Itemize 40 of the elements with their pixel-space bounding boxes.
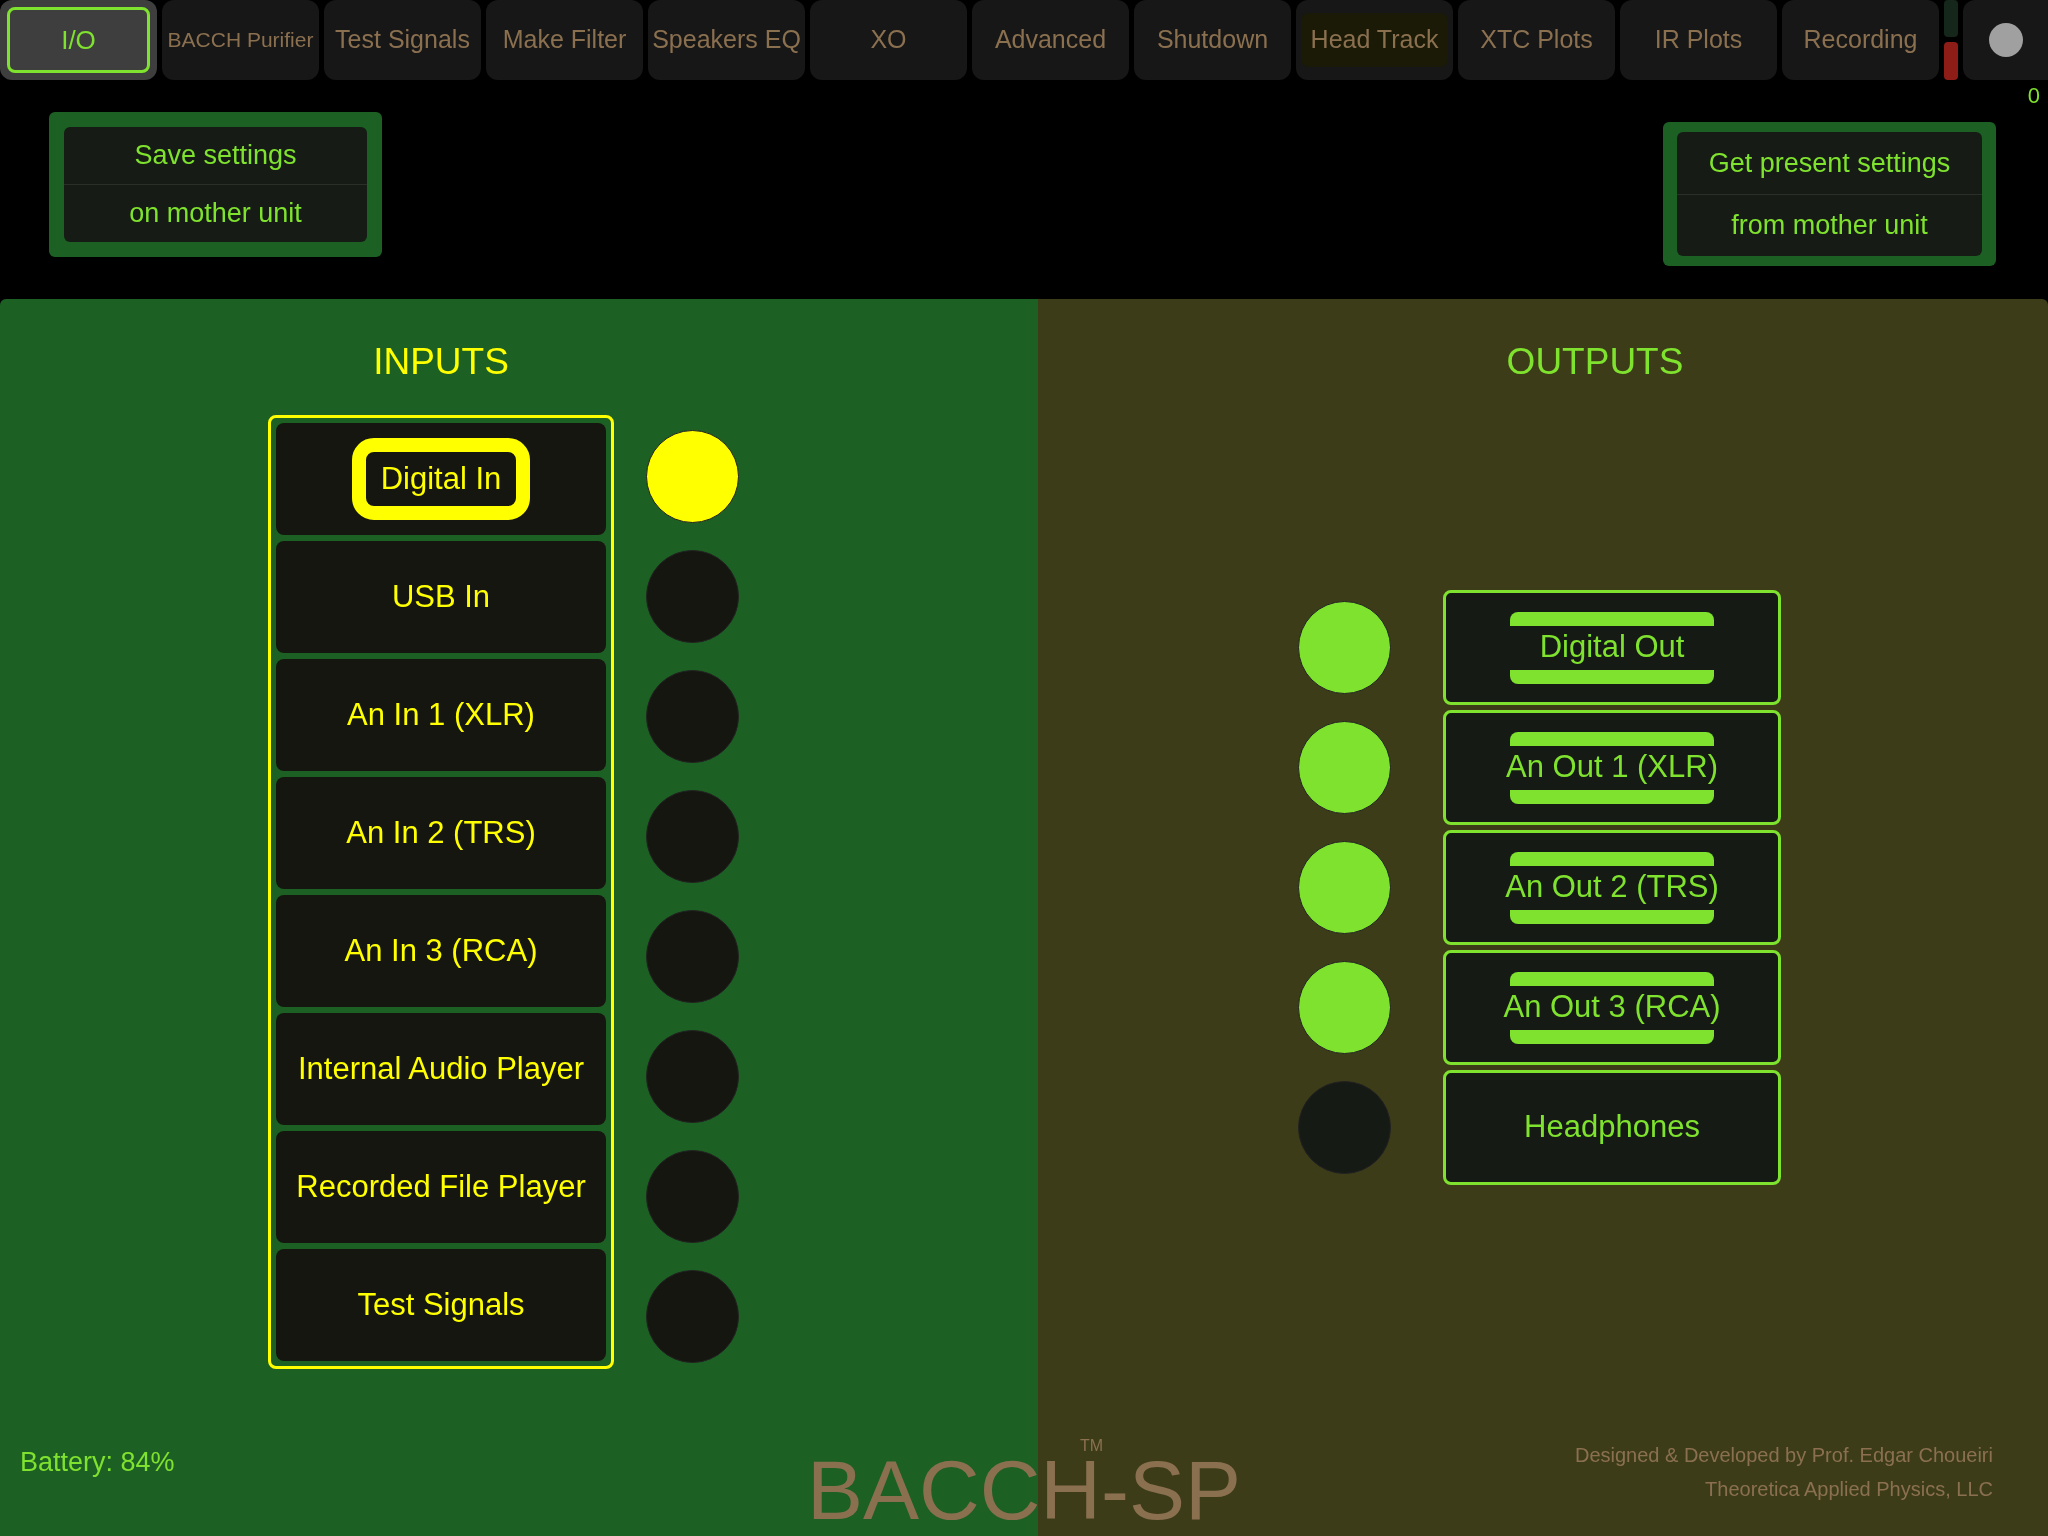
output-option[interactable]: An Out 2 (TRS)	[1443, 830, 1781, 945]
tab[interactable]: IR Plots	[1620, 0, 1777, 80]
level-meter-icon	[1944, 0, 1958, 80]
tab[interactable]: XTC Plots	[1458, 0, 1615, 80]
tab[interactable]: Speakers EQ	[648, 0, 805, 80]
counter-text: 0	[2027, 82, 2040, 110]
button-label: Save settings	[133, 139, 298, 173]
input-option[interactable]: Digital In	[276, 423, 606, 535]
tab[interactable]: Test Signals	[324, 0, 481, 80]
output-option[interactable]: Digital Out	[1443, 590, 1781, 705]
get-settings-button[interactable]: Get present settings from mother unit	[1663, 122, 1996, 266]
save-settings-button[interactable]: Save settings on mother unit	[49, 112, 382, 257]
outputs-heading: OUTPUTS	[1505, 341, 1685, 383]
inputs-heading: INPUTS	[373, 341, 509, 383]
input-option[interactable]: Internal Audio Player	[276, 1013, 606, 1125]
input-option[interactable]: Recorded File Player	[276, 1131, 606, 1243]
button-label: Get present settings	[1707, 146, 1952, 180]
tab[interactable]: Advanced	[972, 0, 1129, 80]
tab[interactable]: Recording	[1782, 0, 1939, 80]
circle-icon	[1988, 23, 2023, 57]
tab[interactable]: Head Track	[1296, 0, 1453, 80]
button-label: from mother unit	[1677, 193, 1982, 256]
tab[interactable]: XO	[810, 0, 967, 80]
tab[interactable]: Make Filter	[486, 0, 643, 80]
input-option[interactable]: An In 1 (XLR)	[276, 659, 606, 771]
input-option[interactable]: USB In	[276, 541, 606, 653]
credit-text: Theoretica Applied Physics, LLC	[1705, 1477, 1993, 1502]
tab[interactable]: BACCH Purifier	[162, 0, 319, 80]
button-label: on mother unit	[64, 184, 367, 242]
input-option[interactable]: An In 2 (TRS)	[276, 777, 606, 889]
tab[interactable]: I/O	[0, 0, 157, 80]
credit-text: Designed & Developed by Prof. Edgar Choueiri	[1574, 1443, 1993, 1468]
input-option[interactable]: An In 3 (RCA)	[276, 895, 606, 1007]
input-option[interactable]: Test Signals	[276, 1249, 606, 1361]
tab[interactable]: Shutdown	[1134, 0, 1291, 80]
output-option[interactable]: Headphones	[1443, 1070, 1781, 1185]
record-button[interactable]	[1963, 0, 2048, 80]
output-option[interactable]: An Out 1 (XLR)	[1443, 710, 1781, 825]
output-option[interactable]: An Out 3 (RCA)	[1443, 950, 1781, 1065]
battery-text: Battery: 84%	[20, 1446, 176, 1479]
